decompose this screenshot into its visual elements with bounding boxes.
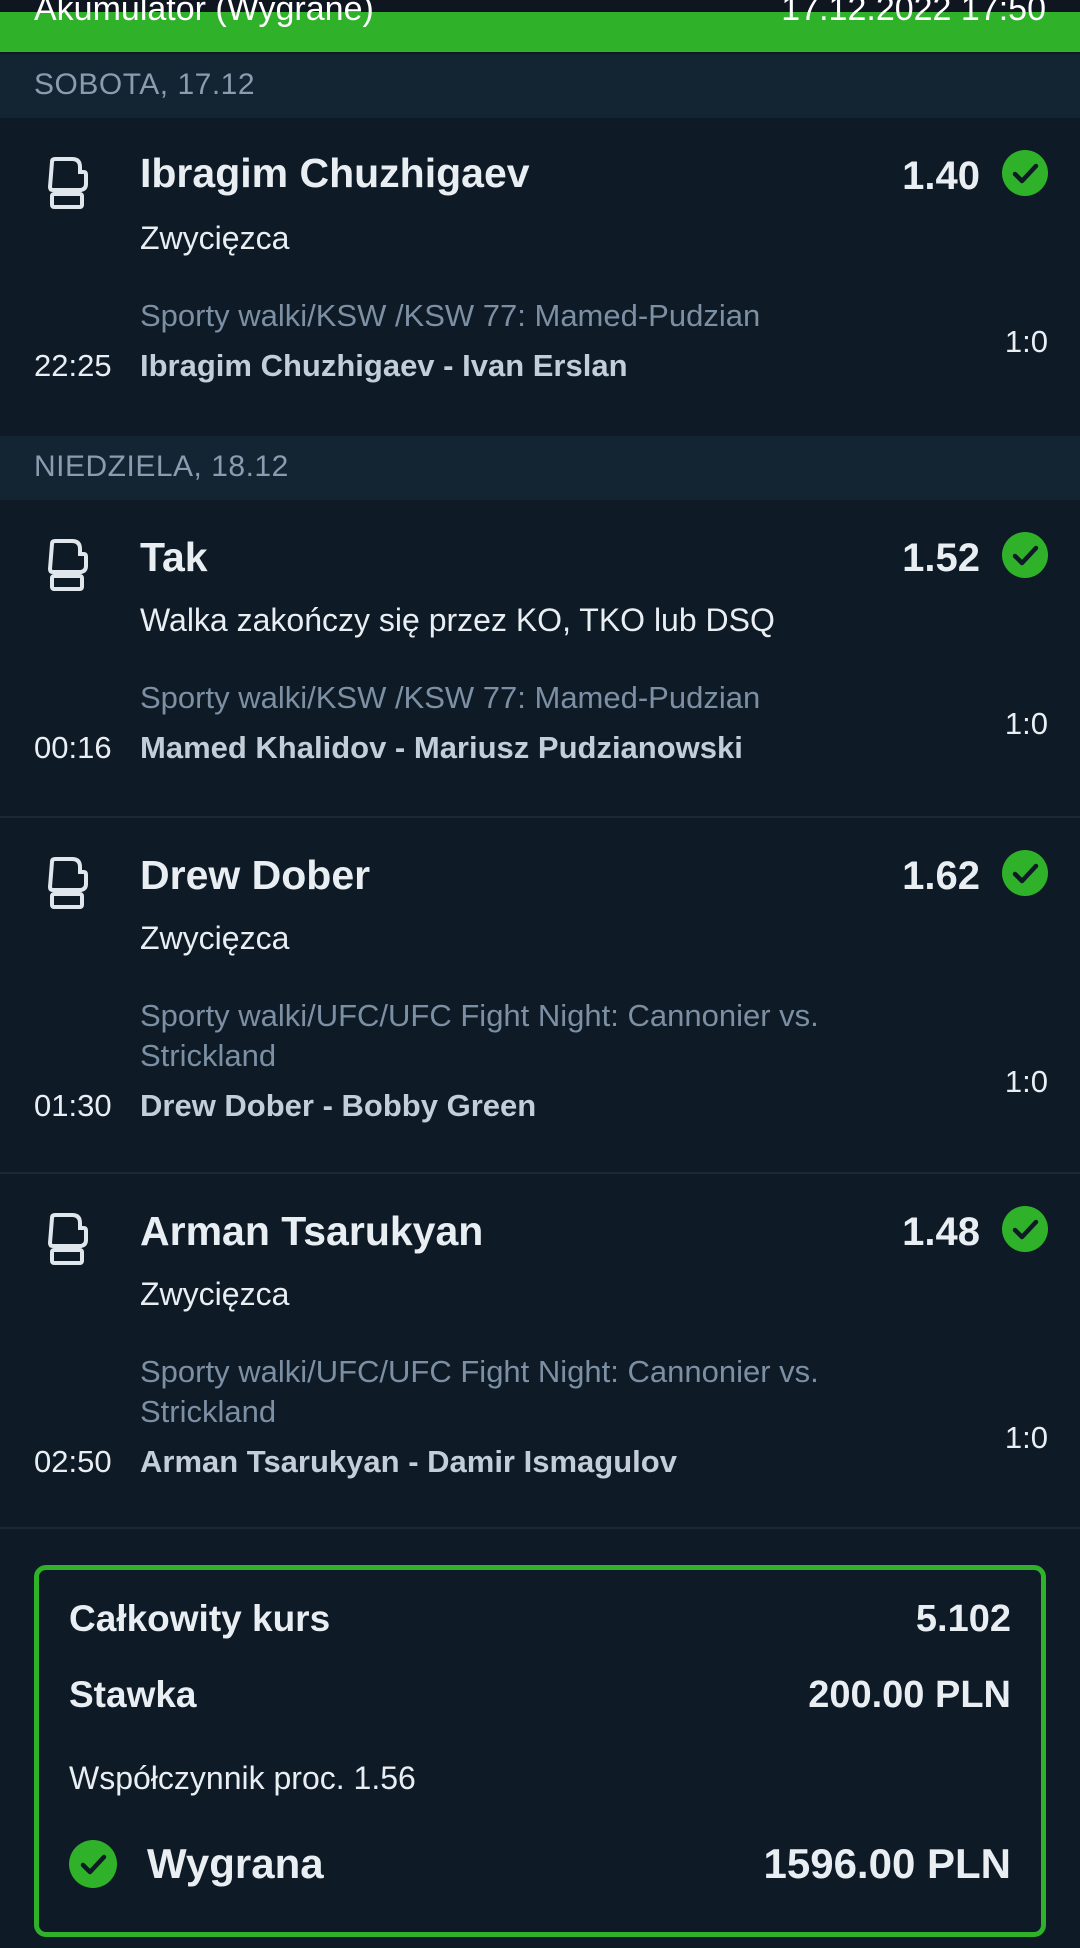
- selection-name: Ibragim Chuzhigaev: [140, 150, 530, 196]
- day-header-saturday: SOBOTA, 17.12: [0, 54, 1080, 118]
- match-score: 1:0: [1004, 1064, 1048, 1099]
- bet-event[interactable]: Drew Dober 1.62 Zwycięzca Sporty walki/U…: [0, 816, 1080, 1172]
- match-name: Ibragim Chuzhigaev - Ivan Erslan: [140, 348, 628, 383]
- event-path: Sporty walki/UFC/UFC Fight Night: Cannon…: [140, 1354, 819, 1429]
- check-circle-icon: [1002, 1206, 1048, 1252]
- day-label: SOBOTA, 17.12: [34, 68, 256, 101]
- odds-value: 1.52: [902, 536, 980, 580]
- boxing-glove-icon: [44, 156, 88, 212]
- match-score: 1:0: [1004, 706, 1048, 741]
- win-label: Wygrana: [147, 1840, 324, 1887]
- bet-event[interactable]: Ibragim Chuzhigaev 1.40 Zwycięzca Sporty…: [0, 118, 1080, 436]
- coefficient-text: Współczynnik proc. 1.56: [69, 1760, 416, 1796]
- divider: [0, 1527, 1080, 1529]
- selection-name: Arman Tsarukyan: [140, 1208, 484, 1254]
- event-time: 01:30: [34, 1088, 112, 1123]
- match-name: Mamed Khalidov - Mariusz Pudzianowski: [140, 730, 743, 765]
- match-score: 1:0: [1004, 324, 1048, 359]
- bet-event[interactable]: Arman Tsarukyan 1.48 Zwycięzca Sporty wa…: [0, 1172, 1080, 1528]
- odds-value: 1.48: [902, 1210, 980, 1254]
- stake-label: Stawka: [69, 1674, 197, 1715]
- bet-type-title: Akumulator (Wygrane): [34, 0, 374, 28]
- event-time: 02:50: [34, 1444, 112, 1479]
- market-name: Zwycięzca: [140, 920, 290, 956]
- market-name: Zwycięzca: [140, 1276, 290, 1312]
- selection-name: Drew Dober: [140, 852, 371, 898]
- stake-value: 200.00 PLN: [808, 1674, 1011, 1716]
- boxing-glove-icon: [44, 1212, 88, 1268]
- odds-value: 1.40: [902, 154, 980, 198]
- bet-summary-box: Całkowity kurs 5.102 Stawka 200.00 PLN W…: [34, 1565, 1046, 1937]
- boxing-glove-icon: [44, 856, 88, 912]
- event-time: 22:25: [34, 348, 112, 383]
- market-name: Zwycięzca: [140, 220, 290, 256]
- check-circle-icon: [1002, 850, 1048, 896]
- bet-details-screen: Akumulator (Wygrane) 17.12.2022 17:50 SO…: [0, 0, 1080, 1948]
- day-label: NIEDZIELA, 18.12: [34, 450, 289, 483]
- check-circle-icon: [1002, 150, 1048, 196]
- selection-name: Tak: [140, 534, 208, 580]
- match-name: Drew Dober - Bobby Green: [140, 1088, 537, 1123]
- day-header-sunday: NIEDZIELA, 18.12: [0, 436, 1080, 500]
- bet-status-bar: Akumulator (Wygrane) 17.12.2022 17:50: [0, 0, 1080, 52]
- total-odds-value: 5.102: [915, 1598, 1011, 1640]
- bet-datetime: 17.12.2022 17:50: [781, 0, 1046, 28]
- win-value: 1596.00 PLN: [763, 1840, 1012, 1887]
- match-score: 1:0: [1004, 1420, 1048, 1455]
- event-path: Sporty walki/KSW /KSW 77: Mamed-Pudzian: [140, 298, 761, 333]
- event-path: Sporty walki/UFC/UFC Fight Night: Cannon…: [140, 998, 819, 1073]
- event-path: Sporty walki/KSW /KSW 77: Mamed-Pudzian: [140, 680, 761, 715]
- event-time: 00:16: [34, 730, 112, 765]
- odds-value: 1.62: [902, 854, 980, 898]
- check-circle-icon: [69, 1840, 117, 1888]
- bet-event[interactable]: Tak 1.52 Walka zakończy się przez KO, TK…: [0, 500, 1080, 816]
- boxing-glove-icon: [44, 538, 88, 594]
- total-odds-label: Całkowity kurs: [69, 1598, 331, 1639]
- market-name: Walka zakończy się przez KO, TKO lub DSQ: [140, 602, 775, 638]
- match-name: Arman Tsarukyan - Damir Ismagulov: [140, 1444, 677, 1479]
- check-circle-icon: [1002, 532, 1048, 578]
